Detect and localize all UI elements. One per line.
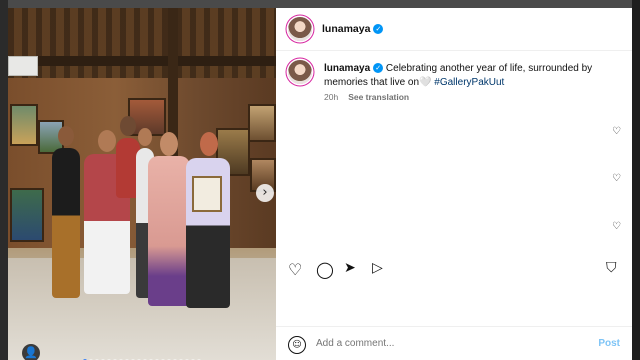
post-time[interactable]: 20h [324, 92, 338, 102]
photo-person-head [160, 132, 178, 156]
send-icon[interactable]: ▷ [372, 260, 383, 276]
post-comment-button[interactable]: Post [598, 338, 620, 349]
photo-person-head [138, 128, 152, 146]
comment-like-icon[interactable]: ♡ [612, 126, 621, 137]
photo-person-head [200, 132, 218, 156]
verified-badge-icon: ✓ [373, 63, 384, 74]
photo-painting [10, 104, 38, 146]
heart-icon[interactable]: ♡ [288, 260, 302, 279]
emoji-icon[interactable]: ☺ [288, 336, 306, 354]
share-icon[interactable]: ➤ [344, 260, 356, 276]
comment-like-icon[interactable]: ♡ [612, 173, 621, 184]
comment-input[interactable] [316, 338, 556, 349]
photo-person-head [120, 116, 136, 136]
photo-beam [8, 56, 276, 66]
header-username[interactable]: lunamaya ✓ [322, 23, 384, 35]
bookmark-icon[interactable]: ⛉ [606, 260, 617, 276]
carousel-next-button[interactable]: › [256, 184, 274, 202]
caption-emoji: 🤍 [419, 77, 432, 88]
header-username-text[interactable]: lunamaya [322, 23, 370, 35]
verified-badge-icon: ✓ [373, 24, 384, 35]
post-photo: › 👤 [8, 8, 276, 360]
post-caption: lunamaya ✓ Celebrating another year of li… [324, 62, 624, 90]
comment-icon[interactable]: ◯ [316, 260, 334, 279]
photo-person [148, 156, 190, 306]
photo-painting [10, 188, 44, 242]
avatar[interactable] [288, 17, 312, 41]
post-header: lunamaya ✓ [276, 8, 632, 51]
photo-painting [248, 104, 276, 142]
photo-person-head [98, 130, 116, 152]
comment-composer: ☺ Post [276, 330, 632, 360]
photo-person [52, 148, 80, 298]
photo-air-conditioner [8, 56, 38, 76]
comment-divider [276, 326, 632, 327]
comment-like-icon[interactable]: ♡ [612, 221, 621, 232]
hashtag-link[interactable]: #GalleryPakUut [434, 77, 504, 88]
caption-meta: 20h See translation [324, 92, 409, 102]
photo-award-plaque [192, 176, 222, 212]
photo-roof [8, 8, 276, 78]
chevron-right-icon: › [262, 185, 268, 200]
backdrop-top [0, 0, 640, 8]
backdrop-left [0, 0, 8, 360]
backdrop-right [632, 0, 640, 360]
caption-avatar[interactable] [288, 60, 312, 84]
caption-username[interactable]: lunamaya [324, 63, 370, 74]
photo-person-head [58, 126, 74, 146]
post-actions-bar: ♡ ◯ ➤ ▷ ⛉ [276, 256, 632, 284]
carousel-indicator [8, 356, 276, 360]
post-detail-panel: lunamaya ✓ lunamaya ✓ Celebrating another … [276, 8, 632, 360]
see-translation-link[interactable]: See translation [348, 92, 409, 102]
